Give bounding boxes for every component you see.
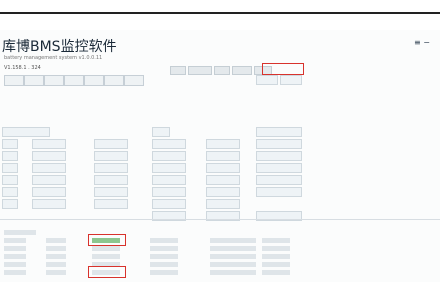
window-controls[interactable]: ≡ − [414,38,430,47]
table-cell [2,127,50,137]
table-cell[interactable] [152,127,170,137]
highlight-box [88,266,126,278]
right-control[interactable] [256,75,278,85]
right-control[interactable] [280,75,302,85]
app-subtitle: battery management system v1.0.0.11 [4,55,103,61]
toolbar-button[interactable] [104,75,124,86]
version-label: V1.158.1 . 324 [4,65,41,71]
app-title: 库博BMS监控软件 [2,39,117,55]
status-chip [188,66,212,75]
highlight-version-box [262,63,304,75]
toolbar-button[interactable] [24,75,44,86]
highlight-box [88,234,126,246]
top-border [0,12,440,14]
status-chip [170,66,186,75]
separator [0,219,440,220]
toolbar-button[interactable] [124,75,144,86]
toolbar-button[interactable] [4,75,24,86]
table-cell[interactable] [256,127,302,137]
toolbar-button[interactable] [64,75,84,86]
toolbar-button[interactable] [44,75,64,86]
toolbar-button[interactable] [84,75,104,86]
bottom-label [4,230,36,235]
status-chip [214,66,230,75]
status-chip [232,66,252,75]
bottom-panel [0,224,440,282]
